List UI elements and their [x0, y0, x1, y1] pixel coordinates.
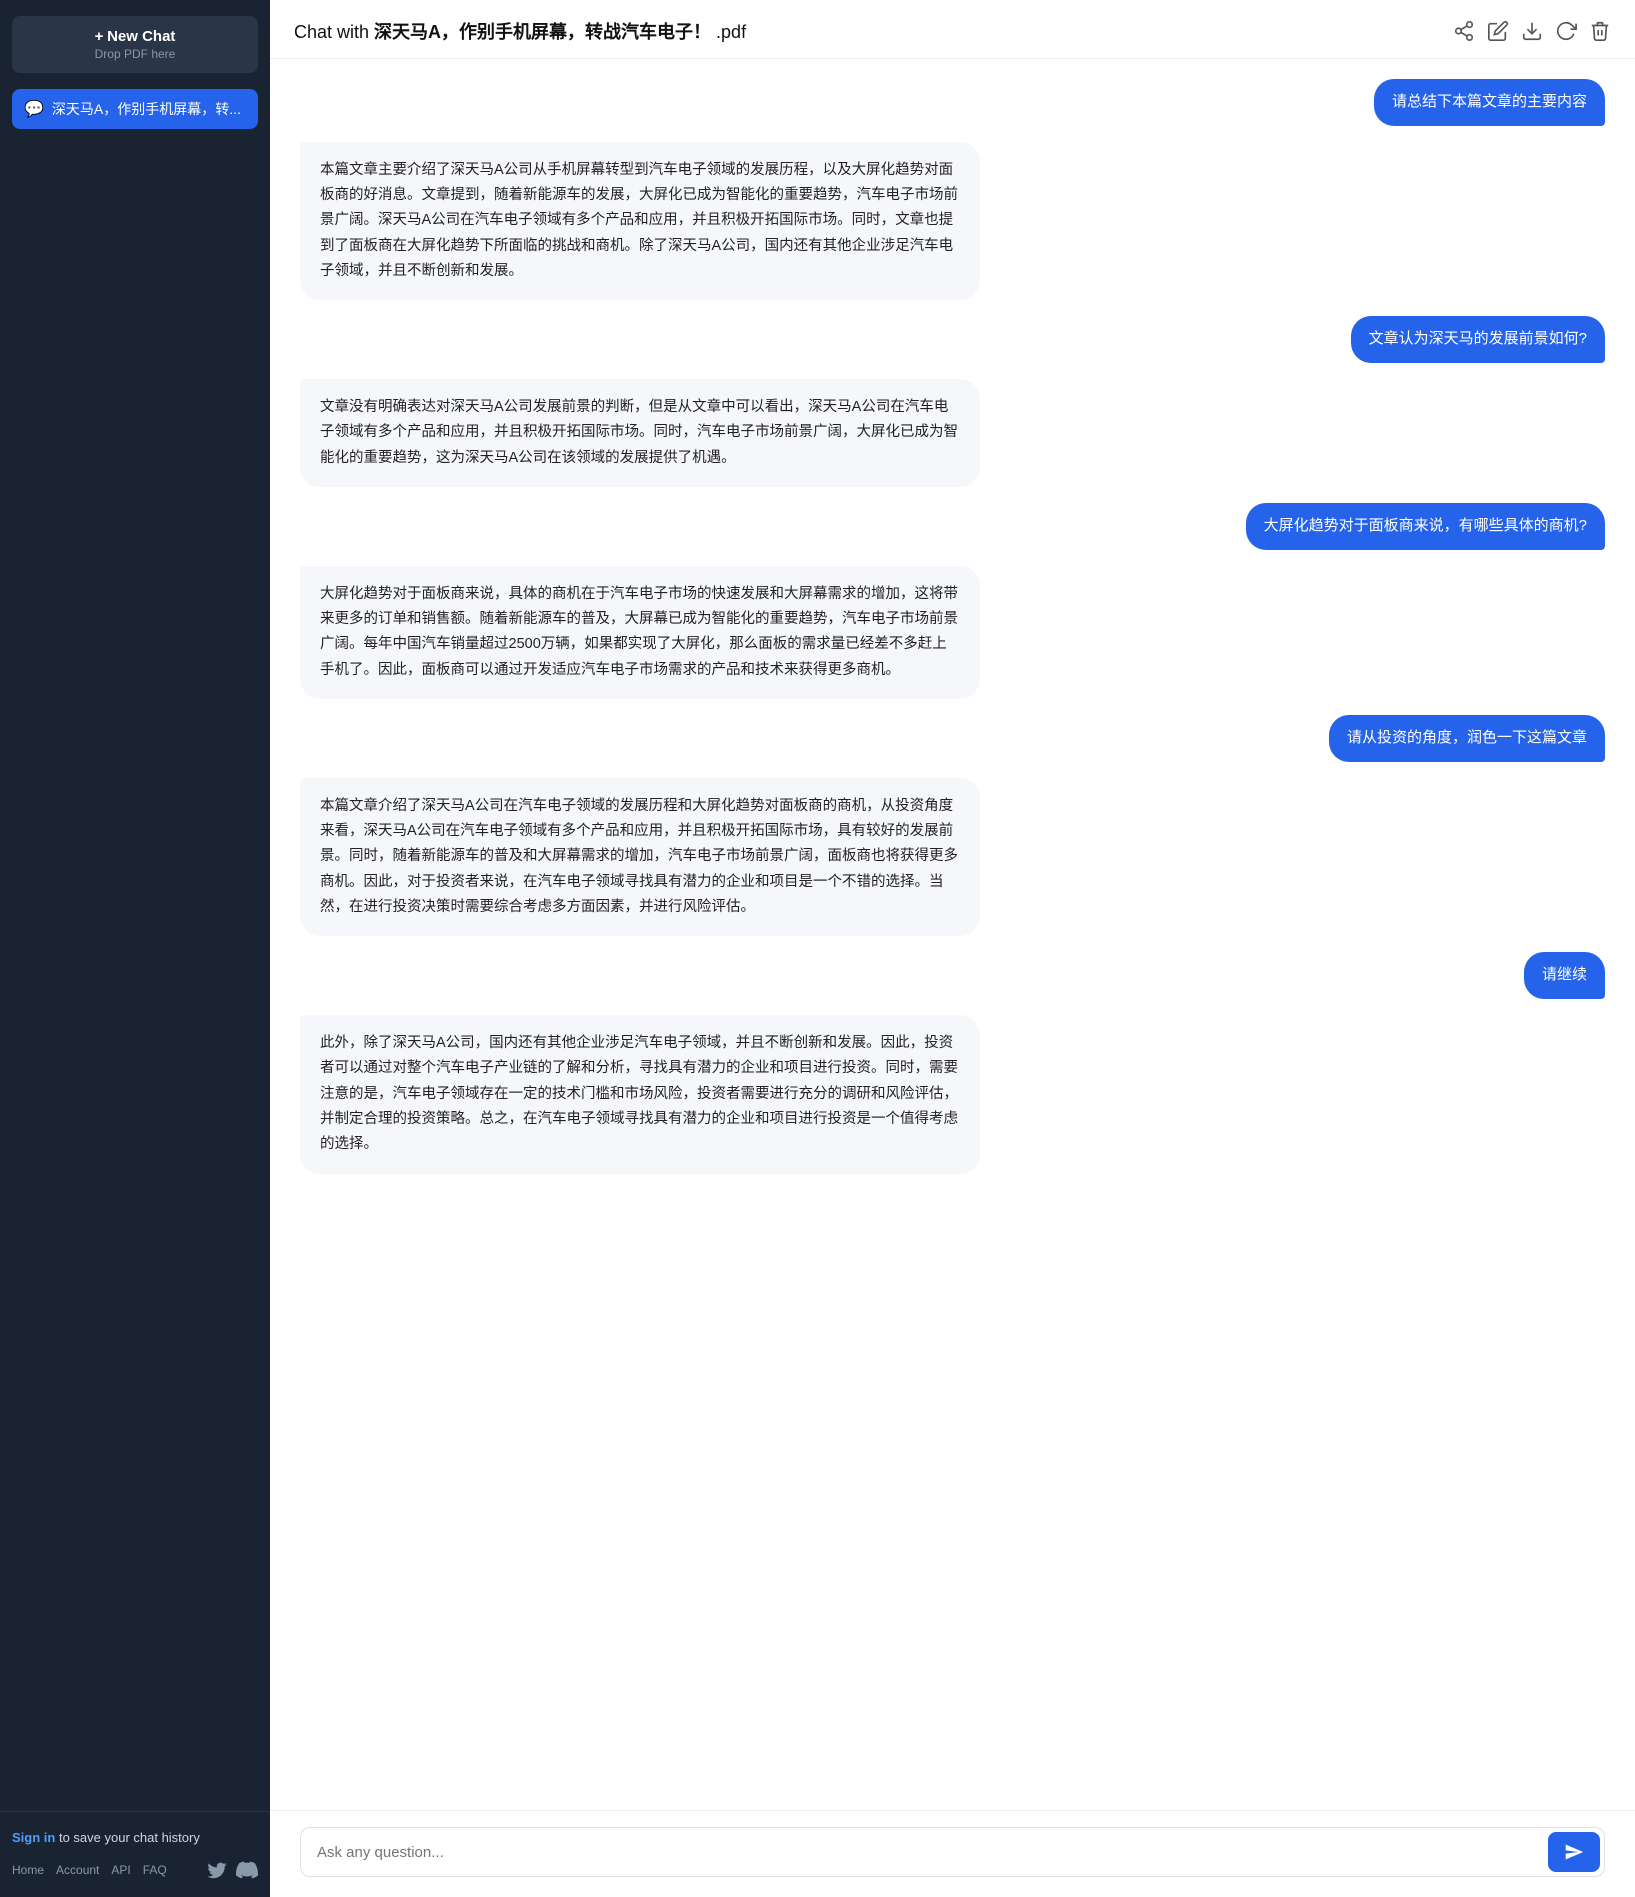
share-icon[interactable]: [1453, 20, 1475, 42]
sign-in-notice: Sign in to save your chat history: [12, 1828, 258, 1848]
chat-item-label: 深天马A，作别手机屏幕，转...: [52, 99, 241, 119]
chat-title: Chat with 深天马A，作别手机屏幕，转战汽车电子！ .pdf: [294, 18, 746, 44]
bot-bubble: 本篇文章介绍了深天马A公司在汽车电子领域的发展历程和大屏化趋势对面板商的商机，从…: [300, 778, 980, 937]
sidebar: + New Chat Drop PDF here 💬 深天马A，作别手机屏幕，转…: [0, 0, 270, 1897]
sign-in-link[interactable]: Sign in: [12, 1830, 55, 1845]
header-actions: [1453, 20, 1611, 42]
sidebar-bottom: Sign in to save your chat history Home A…: [0, 1811, 270, 1897]
bot-message: 大屏化趋势对于面板商来说，具体的商机在于汽车电子市场的快速发展和大屏幕需求的增加…: [300, 566, 1605, 700]
bot-bubble: 文章没有明确表达对深天马A公司发展前景的判断，但是从文章中可以看出，深天马A公司…: [300, 379, 980, 487]
chat-list: 💬 深天马A，作别手机屏幕，转...: [0, 81, 270, 1811]
new-chat-plus: +: [95, 28, 104, 45]
message-input[interactable]: [301, 1830, 1544, 1875]
user-bubble: 请继续: [1524, 952, 1605, 999]
new-chat-button[interactable]: + New Chat Drop PDF here: [12, 16, 258, 73]
footer-account[interactable]: Account: [56, 1863, 99, 1877]
delete-icon[interactable]: [1589, 20, 1611, 42]
footer-links: Home Account API FAQ: [12, 1859, 258, 1881]
messages-area: 请总结下本篇文章的主要内容本篇文章主要介绍了深天马A公司从手机屏幕转型到汽车电子…: [270, 59, 1635, 1810]
footer-api[interactable]: API: [111, 1863, 130, 1877]
user-bubble: 请从投资的角度，润色一下这篇文章: [1329, 715, 1605, 762]
footer-home[interactable]: Home: [12, 1863, 44, 1877]
discord-icon[interactable]: [236, 1859, 258, 1881]
send-button[interactable]: [1548, 1832, 1600, 1872]
user-message: 请继续: [300, 952, 1605, 999]
download-icon[interactable]: [1521, 20, 1543, 42]
bot-message: 文章没有明确表达对深天马A公司发展前景的判断，但是从文章中可以看出，深天马A公司…: [300, 379, 1605, 487]
user-message: 请总结下本篇文章的主要内容: [300, 79, 1605, 126]
main-content: Chat with 深天马A，作别手机屏幕，转战汽车电子！ .pdf: [270, 0, 1635, 1897]
footer-social-icons: [206, 1859, 258, 1881]
bot-bubble: 大屏化趋势对于面板商来说，具体的商机在于汽车电子市场的快速发展和大屏幕需求的增加…: [300, 566, 980, 700]
user-bubble: 请总结下本篇文章的主要内容: [1374, 79, 1605, 126]
footer-faq[interactable]: FAQ: [143, 1863, 167, 1877]
input-row: [300, 1827, 1605, 1877]
chat-item[interactable]: 💬 深天马A，作别手机屏幕，转...: [12, 89, 258, 129]
chat-header: Chat with 深天马A，作别手机屏幕，转战汽车电子！ .pdf: [270, 0, 1635, 59]
edit-icon[interactable]: [1487, 20, 1509, 42]
user-message: 请从投资的角度，润色一下这篇文章: [300, 715, 1605, 762]
bot-message: 此外，除了深天马A公司，国内还有其他企业涉足汽车电子领域，并且不断创新和发展。因…: [300, 1015, 1605, 1174]
user-message: 文章认为深天马的发展前景如何?: [300, 316, 1605, 363]
bot-message: 本篇文章介绍了深天马A公司在汽车电子领域的发展历程和大屏化趋势对面板商的商机，从…: [300, 778, 1605, 937]
drop-pdf-hint: Drop PDF here: [28, 47, 242, 61]
twitter-icon[interactable]: [206, 1859, 228, 1881]
input-area: [270, 1810, 1635, 1897]
refresh-icon[interactable]: [1555, 20, 1577, 42]
user-message: 大屏化趋势对于面板商来说，有哪些具体的商机?: [300, 503, 1605, 550]
bot-bubble: 本篇文章主要介绍了深天马A公司从手机屏幕转型到汽车电子领域的发展历程，以及大屏化…: [300, 142, 980, 301]
send-icon: [1564, 1842, 1584, 1862]
user-bubble: 大屏化趋势对于面板商来说，有哪些具体的商机?: [1246, 503, 1605, 550]
bot-message: 本篇文章主要介绍了深天马A公司从手机屏幕转型到汽车电子领域的发展历程，以及大屏化…: [300, 142, 1605, 301]
chat-bubble-icon: 💬: [24, 99, 44, 119]
user-bubble: 文章认为深天马的发展前景如何?: [1351, 316, 1605, 363]
new-chat-label: New Chat: [107, 28, 175, 45]
bot-bubble: 此外，除了深天马A公司，国内还有其他企业涉足汽车电子领域，并且不断创新和发展。因…: [300, 1015, 980, 1174]
